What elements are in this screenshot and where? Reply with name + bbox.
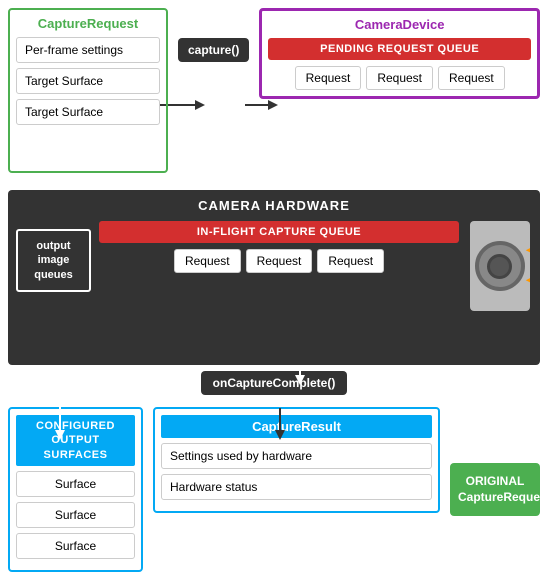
inflight-request-1: Request <box>174 249 241 273</box>
capture-request-title: CaptureRequest <box>16 16 160 31</box>
original-capture-box: ORIGINAL CaptureRequest <box>450 463 540 517</box>
camera-hardware-title: CAMERA HARDWARE <box>16 198 532 213</box>
inflight-area: IN-FLIGHT CAPTURE QUEUE Request Request … <box>99 221 459 273</box>
capture-result-box: CaptureResult Settings used by hardware … <box>153 407 440 513</box>
pending-request-3: Request <box>438 66 505 90</box>
diagram: CaptureRequest Per-frame settings Target… <box>0 0 548 576</box>
result-item-status: Hardware status <box>161 474 432 500</box>
top-section: CaptureRequest Per-frame settings Target… <box>0 0 548 190</box>
inflight-request-row: Request Request Request <box>99 249 459 273</box>
capture-request-box: CaptureRequest Per-frame settings Target… <box>8 8 168 173</box>
capture-result-title: CaptureResult <box>161 415 432 438</box>
surface-item-1: Surface <box>16 471 135 497</box>
camera-device-box: CameraDevice PENDING REQUEST QUEUE Reque… <box>259 8 540 99</box>
capture-button[interactable]: capture() <box>178 38 249 62</box>
pending-request-2: Request <box>366 66 433 90</box>
capture-btn-area: capture() <box>178 8 249 62</box>
camera-hardware-box: CAMERA HARDWARE output imagequeues IN-FL… <box>8 190 540 365</box>
inflight-request-3: Request <box>317 249 384 273</box>
cr-item-perframe: Per-frame settings <box>16 37 160 63</box>
configured-surfaces-box: CONFIGURED OUTPUTSURFACES Surface Surfac… <box>8 407 143 572</box>
result-item-settings: Settings used by hardware <box>161 443 432 469</box>
surface-item-2: Surface <box>16 502 135 528</box>
on-capture-complete-area: onCaptureComplete() <box>0 371 548 395</box>
configured-surfaces-title: CONFIGURED OUTPUTSURFACES <box>16 415 135 466</box>
bottom-section: CONFIGURED OUTPUTSURFACES Surface Surfac… <box>0 399 548 580</box>
camera-device-title: CameraDevice <box>268 17 531 32</box>
pending-queue-label: PENDING REQUEST QUEUE <box>268 38 531 60</box>
hw-inner: output imagequeues IN-FLIGHT CAPTURE QUE… <box>16 221 532 311</box>
pending-request-row: Request Request Request <box>268 66 531 90</box>
on-capture-complete-button[interactable]: onCaptureComplete() <box>201 371 348 395</box>
output-image-queues: output imagequeues <box>16 229 91 292</box>
surface-item-3: Surface <box>16 533 135 559</box>
pending-request-1: Request <box>295 66 362 90</box>
inflight-queue-label: IN-FLIGHT CAPTURE QUEUE <box>99 221 459 243</box>
camera-lens: ◀ ◀ <box>467 221 532 311</box>
cr-item-surface1: Target Surface <box>16 68 160 94</box>
cr-item-surface2: Target Surface <box>16 99 160 125</box>
inflight-request-2: Request <box>246 249 313 273</box>
